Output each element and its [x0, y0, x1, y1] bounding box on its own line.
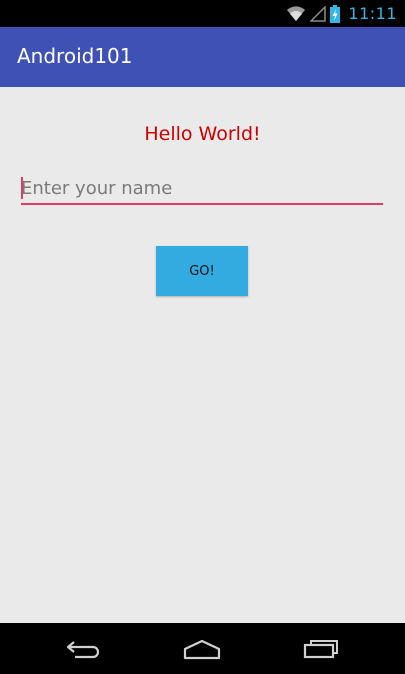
home-icon [183, 639, 221, 659]
main-content: Hello World! GO! [0, 87, 405, 623]
back-icon [66, 640, 100, 658]
recent-apps-icon [303, 639, 338, 658]
signal-icon [310, 5, 327, 22]
battery-charging-icon [330, 4, 341, 23]
go-button[interactable]: GO! [156, 246, 248, 296]
app-bar: Android101 [0, 27, 405, 87]
wifi-icon [287, 5, 306, 21]
name-input[interactable] [21, 173, 383, 205]
app-title: Android101 [17, 44, 133, 68]
status-icons: 11:11 [286, 0, 397, 27]
text-cursor [21, 177, 23, 199]
back-button[interactable] [44, 623, 124, 674]
home-button[interactable] [162, 623, 242, 674]
nav-bar [0, 623, 405, 674]
greeting-text: Hello World! [144, 123, 261, 145]
recent-apps-button[interactable] [281, 623, 361, 674]
status-bar: 11:11 [0, 0, 405, 27]
status-clock: 11:11 [348, 4, 397, 23]
